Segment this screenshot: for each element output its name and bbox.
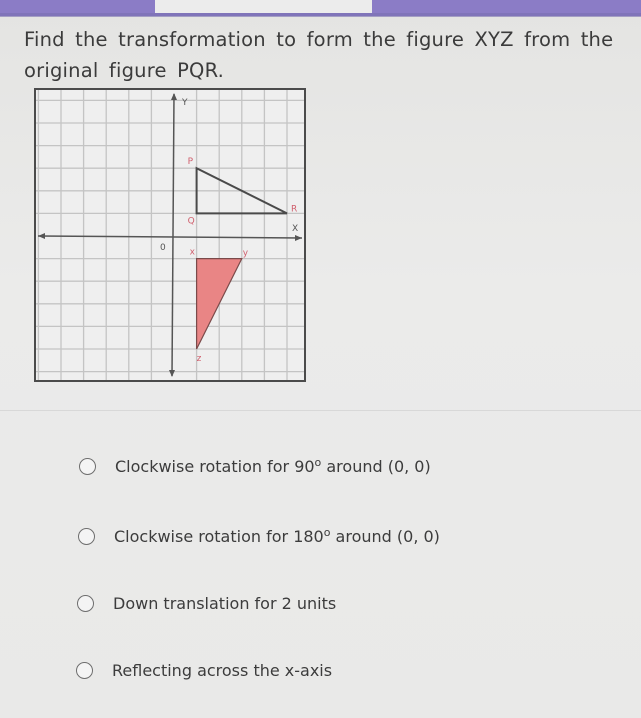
answer-option-2[interactable]: Clockwise rotation for 180o around (0, 0…	[78, 526, 440, 546]
vertex-label-z: z	[197, 354, 202, 364]
option-label: Clockwise rotation for 90o around (0, 0)	[115, 456, 431, 476]
top-bar-shadow	[0, 13, 641, 17]
x-axis	[37, 235, 303, 239]
top-bar-tab	[155, 0, 372, 13]
vertex-label-y: y	[243, 249, 249, 259]
option-label: Reflecting across the x-axis	[112, 661, 333, 680]
x-axis-label: X	[292, 224, 298, 234]
y-axis	[171, 93, 175, 377]
answer-option-3[interactable]: Down translation for 2 units	[77, 594, 336, 613]
vertex-label-q: Q	[188, 216, 195, 226]
question-text: Find the transformation to form the figu…	[24, 28, 614, 82]
answer-option-4[interactable]: Reflecting across the x-axis	[76, 661, 332, 680]
section-divider	[0, 410, 641, 411]
origin-label: 0	[160, 243, 166, 253]
radio-button[interactable]	[79, 457, 96, 475]
x-axis-arrow-right	[295, 235, 302, 241]
graph-canvas: Y X 0 P Q Rx y z	[36, 90, 304, 380]
answer-option-1[interactable]: Clockwise rotation for 90o around (0, 0)	[79, 456, 431, 476]
coordinate-graph: Y X 0 P Q Rx y z	[34, 88, 306, 382]
radio-button[interactable]	[78, 527, 95, 545]
y-axis-arrow-down	[169, 370, 175, 377]
top-bar	[0, 0, 641, 17]
radio-button[interactable]	[76, 662, 93, 679]
vertex-label-r: R	[291, 204, 297, 214]
option-label: Down translation for 2 units	[113, 594, 337, 613]
vertex-label-x: x	[190, 248, 196, 258]
radio-button[interactable]	[77, 595, 94, 612]
option-label: Clockwise rotation for 180o around (0, 0…	[114, 526, 440, 546]
y-axis-label: Y	[181, 98, 188, 108]
vertex-label-p: P	[188, 157, 194, 167]
y-axis-arrow-up	[171, 93, 177, 100]
